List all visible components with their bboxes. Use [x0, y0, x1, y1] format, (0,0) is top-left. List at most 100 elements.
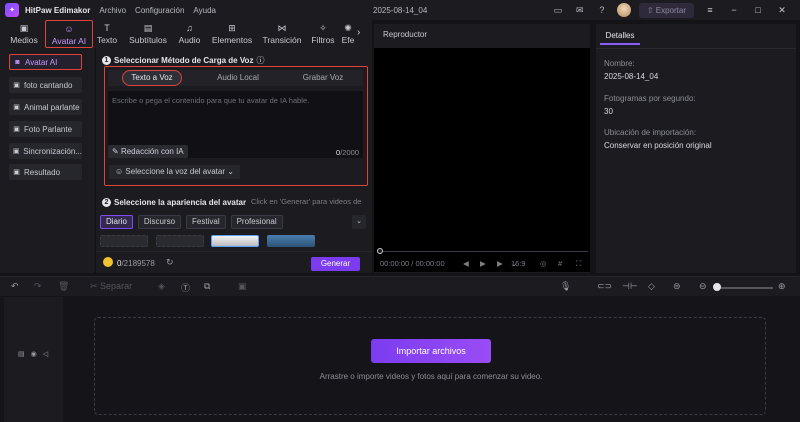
sidebar-item-resultado[interactable]: ▣ Resultado	[9, 164, 82, 180]
ai-writing-button[interactable]: ✎ Redacción con IA	[108, 145, 188, 158]
tab-label: Elementos	[211, 35, 253, 45]
player-scrubber[interactable]	[377, 248, 588, 254]
track-mute-icon[interactable]: ◁	[43, 351, 48, 358]
help-icon[interactable]: ?	[595, 3, 609, 17]
generate-button[interactable]: Generar	[311, 257, 360, 271]
export-button[interactable]: ⇧ Exportar	[638, 2, 694, 18]
tab-medios[interactable]: ▣ Medios	[5, 20, 43, 48]
snapshot-icon[interactable]: ◎	[540, 259, 547, 268]
player-panel: Reproductor	[374, 24, 590, 273]
text-icon: T	[104, 23, 110, 33]
track-lock-icon[interactable]: ▤	[18, 351, 25, 358]
player-screen[interactable]	[374, 48, 590, 272]
char-max: /2000	[340, 148, 359, 157]
fps-label: Fotogramas por segundo:	[604, 94, 696, 103]
chip-profesional[interactable]: Profesional	[230, 215, 283, 229]
snap-icon[interactable]: ⊣⊢	[622, 281, 638, 292]
play-icon[interactable]: ▶	[480, 259, 486, 268]
microphone-icon[interactable]: 🎙	[560, 281, 571, 292]
tab-label: Avatar AI	[51, 36, 87, 46]
tab-subtitulos[interactable]: ▤ Subtítulos	[127, 20, 169, 48]
zoom-slider-track[interactable]	[718, 287, 773, 289]
redo-icon[interactable]: ↷	[34, 281, 42, 292]
text-tool-icon[interactable]: Ⓣ	[181, 281, 190, 294]
delete-icon[interactable]: 🗑	[58, 281, 69, 292]
sidebar-item-animal-parlante[interactable]: ▣ Animal parlante	[9, 99, 82, 115]
sidebar-item-sincronizacion[interactable]: ▣ Sincronización...	[9, 143, 82, 159]
menu-icon[interactable]: ≡	[704, 5, 716, 15]
player-title: Reproductor	[383, 30, 428, 39]
menu-configuracion[interactable]: Configuración	[135, 6, 184, 15]
sidebar-item-label: Avatar AI	[25, 57, 58, 67]
chip-festival[interactable]: Festival	[186, 215, 226, 229]
avatar-thumbnail[interactable]	[100, 235, 148, 247]
tab-elementos[interactable]: ⊞ Elementos	[210, 20, 254, 48]
avatar-thumbnail[interactable]	[156, 235, 204, 247]
aspect-ratio[interactable]: 16:9 ⌄	[511, 259, 526, 268]
filters-icon: ✧	[319, 23, 327, 33]
menu-archivo[interactable]: Archivo	[99, 6, 126, 15]
media-icon: ▣	[19, 23, 29, 33]
grid-icon[interactable]: #	[558, 259, 562, 268]
info-icon[interactable]: ⓘ	[256, 55, 264, 66]
prev-frame-icon[interactable]: ◀	[463, 259, 469, 268]
tab-label: Transición	[262, 35, 302, 45]
minimize-icon[interactable]: −	[728, 5, 740, 15]
feedback-icon[interactable]: ✉	[573, 3, 587, 17]
sidebar-item-foto-cantando[interactable]: ▣ foto cantando	[9, 77, 82, 93]
scrubber-handle[interactable]	[377, 248, 383, 254]
undo-icon[interactable]: ↶	[11, 281, 19, 292]
tab-texto[interactable]: T Texto	[95, 20, 119, 48]
timeline-area: ▤ ◉ ◁ Importar archivos Arrastre o importe…	[0, 297, 800, 422]
import-files-button[interactable]: Importar archivos	[371, 339, 491, 363]
track-visibility-icon[interactable]: ◉	[31, 351, 37, 358]
close-icon[interactable]: ✕	[776, 5, 788, 16]
fit-icon[interactable]: ◇	[648, 281, 655, 292]
sidebar-item-avatar-ai[interactable]: ◙ Avatar AI	[9, 54, 82, 70]
sidebar-item-foto-parlante[interactable]: ▣ Foto Parlante	[9, 121, 82, 137]
media-drop-zone[interactable]: Importar archivos Arrastre o importe vid…	[94, 317, 766, 415]
marker-icon[interactable]: ◈	[158, 281, 165, 292]
transition-icon: ⋈	[277, 23, 287, 33]
edit-toolbar: ↶ ↷ 🗑 ✂ Separar ◈ Ⓣ ⧉ ▣ 🎙 ⊂⊃ ⊣⊢ ◇ ⊜ ⊖ ⊕	[0, 276, 800, 296]
sidebar-item-label: foto cantando	[24, 80, 73, 90]
tab-avatar-ai[interactable]: ☺ Avatar AI	[45, 20, 93, 48]
menu-ayuda[interactable]: Ayuda	[193, 6, 216, 15]
user-avatar[interactable]	[616, 3, 631, 17]
step1-title: 1 Seleccionar Método de Carga de Voz ⓘ	[102, 55, 264, 66]
tab-transicion[interactable]: ⋈ Transición	[260, 20, 304, 48]
chip-discurso[interactable]: Discurso	[137, 215, 182, 229]
tab-label: Audio	[178, 35, 201, 45]
maximize-icon[interactable]: □	[752, 5, 764, 15]
monitor-icon[interactable]: ▭	[551, 3, 565, 17]
fullscreen-icon[interactable]: ⛶	[576, 259, 581, 269]
sidebar-item-label: Foto Parlante	[24, 124, 73, 134]
refresh-icon[interactable]: ↻	[166, 257, 174, 268]
tab-grabar-voz[interactable]: Grabar Voz	[288, 70, 358, 86]
chevron-right-icon[interactable]: ›	[357, 27, 360, 38]
link-icon[interactable]: ⊂⊃	[597, 281, 612, 292]
chevron-down-icon[interactable]: ⌄	[352, 215, 366, 229]
time-display: 00:00:00 / 00:00:00	[380, 259, 445, 268]
freeze-icon[interactable]: ▣	[238, 281, 247, 292]
tab-efectos[interactable]: ✺ Efe	[340, 20, 356, 48]
tab-filtros[interactable]: ✧ Filtros	[309, 20, 337, 48]
zoom-out-icon[interactable]: ⊖	[699, 281, 707, 292]
zoom-in-icon[interactable]: ⊕	[778, 281, 786, 292]
tab-detalles[interactable]: Detalles	[600, 27, 640, 45]
avatar-thumbnail[interactable]	[267, 235, 315, 247]
track-header: ▤ ◉ ◁	[4, 297, 63, 422]
tab-audio-local[interactable]: Audio Local	[203, 70, 273, 86]
crop-icon[interactable]: ⧉	[204, 281, 210, 292]
expand-icon[interactable]: ⊜	[673, 281, 681, 292]
split-button[interactable]: ✂ Separar	[90, 281, 132, 292]
avatar-thumbnail[interactable]	[211, 235, 259, 247]
tab-label: Filtros	[311, 35, 335, 45]
step2-number: 2	[102, 198, 111, 207]
tab-audio[interactable]: ♫ Audio	[176, 20, 203, 48]
next-frame-icon[interactable]: ▶	[497, 259, 503, 268]
tab-texto-a-voz[interactable]: Texto a Voz	[122, 70, 182, 86]
chip-diario[interactable]: Diario	[100, 215, 133, 229]
zoom-slider-handle[interactable]	[713, 283, 721, 291]
select-voice-dropdown[interactable]: ☺ Seleccione la voz del avatar ⌄	[109, 165, 240, 179]
